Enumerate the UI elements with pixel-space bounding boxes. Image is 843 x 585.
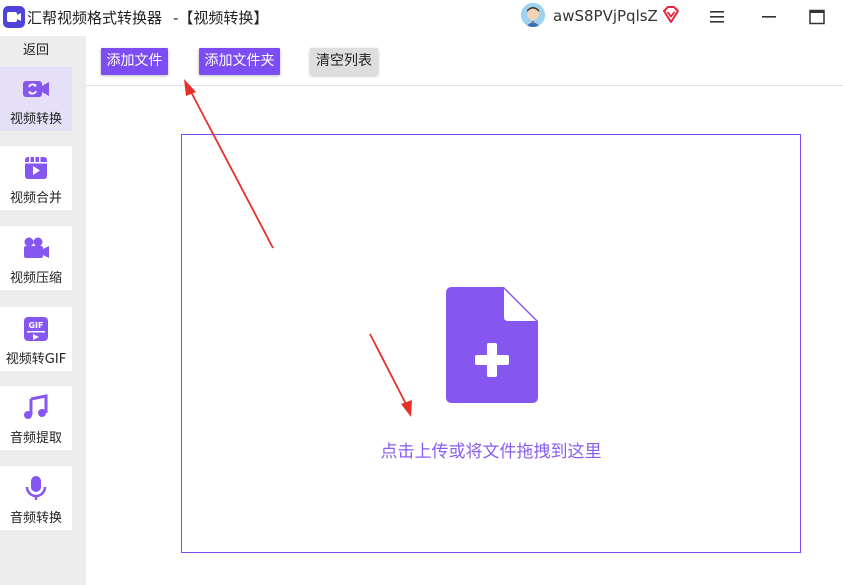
app-title: 汇帮视频格式转换器 — [27, 9, 163, 27]
sidebar-item-label: 视频压缩 — [9, 271, 62, 286]
video-merge-icon — [22, 154, 50, 182]
user-avatar[interactable] — [521, 3, 545, 27]
back-button[interactable]: 返回 — [0, 40, 72, 62]
sidebar-item-label: 视频转换 — [9, 112, 62, 127]
file-drop-zone[interactable]: 点击上传或将文件拖拽到这里 — [181, 134, 801, 553]
sidebar-item-label: 视频转GIF — [5, 352, 67, 367]
username[interactable]: awS8PVjPqlsZ — [553, 7, 658, 25]
sidebar-item-video-to-gif[interactable]: GIF 视频转GIF — [0, 307, 72, 371]
sidebar-item-label: 音频转换 — [9, 511, 62, 526]
hamburger-menu-icon[interactable] — [708, 9, 726, 25]
sidebar-item-audio-extract[interactable]: 音频提取 — [0, 386, 72, 450]
file-add-icon[interactable] — [446, 287, 538, 403]
page-subtitle: -【视频转换】 — [173, 9, 269, 27]
sidebar-item-video-convert[interactable]: 视频转换 — [0, 67, 72, 131]
sidebar-item-label: 视频合并 — [9, 191, 62, 206]
app-window: 汇帮视频格式转换器 -【视频转换】 awS8PVjPqlsZ 返回 视频转换 视… — [0, 0, 843, 585]
maximize-icon[interactable] — [808, 8, 826, 26]
minimize-icon[interactable] — [760, 8, 778, 26]
sidebar-item-label: 音频提取 — [9, 431, 62, 446]
toolbar: 添加文件 添加文件夹 清空列表 — [86, 36, 843, 86]
microphone-icon — [22, 474, 50, 502]
sidebar-item-audio-convert[interactable]: 音频转换 — [0, 466, 72, 530]
video-compress-icon — [22, 234, 50, 262]
svg-text:GIF: GIF — [28, 321, 43, 330]
sidebar-item-video-compress[interactable]: 视频压缩 — [0, 226, 72, 290]
title-bar: 汇帮视频格式转换器 -【视频转换】 awS8PVjPqlsZ — [0, 0, 843, 36]
sidebar-item-video-merge[interactable]: 视频合并 — [0, 146, 72, 210]
drop-hint: 点击上传或将文件拖拽到这里 — [380, 442, 602, 462]
music-note-icon — [22, 394, 50, 422]
add-file-button[interactable]: 添加文件 — [101, 48, 168, 75]
app-logo-icon — [3, 6, 25, 28]
sidebar: 返回 视频转换 视频合并 视频压缩 GIF 视频转GIF 音频提取 音频转换 — [0, 36, 86, 585]
clear-list-button[interactable]: 清空列表 — [310, 48, 378, 75]
video-convert-icon — [22, 75, 50, 103]
vip-diamond-icon[interactable] — [661, 5, 681, 25]
gif-icon: GIF — [22, 315, 50, 343]
add-folder-button[interactable]: 添加文件夹 — [199, 48, 280, 75]
